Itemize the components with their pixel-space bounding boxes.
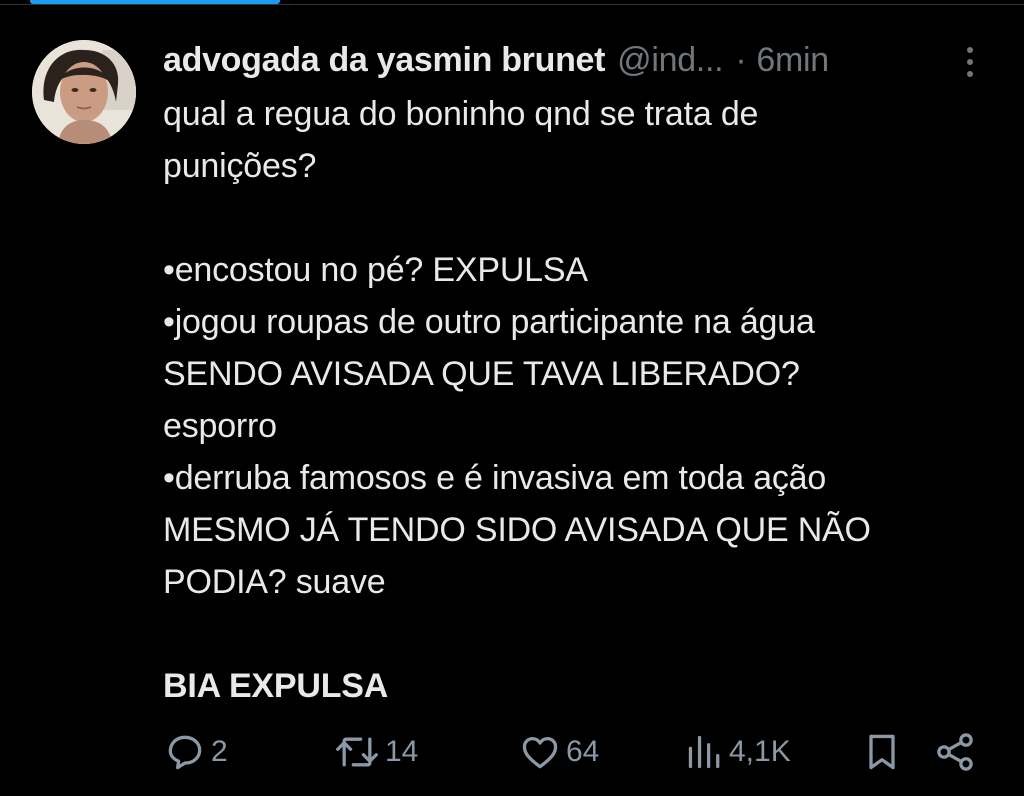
tweet-text-blank-line	[163, 192, 1003, 244]
repost-icon	[336, 737, 378, 767]
tweet-text-line: esporro	[163, 407, 277, 445]
share-button[interactable]	[933, 722, 977, 782]
views-count: 4,1K	[729, 735, 791, 768]
tweet-text-line: PODIA? suave	[163, 563, 386, 601]
timestamp[interactable]: 6min	[756, 41, 829, 80]
repost-button[interactable]: 14	[333, 722, 418, 782]
more-dot-icon	[967, 71, 973, 77]
like-count: 64	[566, 735, 600, 768]
tweet-text-line: MESMO JÁ TENDO SIDO AVISADA QUE NÃO	[163, 511, 871, 549]
views-icon	[688, 735, 720, 769]
more-dot-icon	[967, 59, 973, 65]
tweet-text-blank-line	[163, 608, 1003, 660]
share-icon	[937, 733, 973, 771]
avatar[interactable]	[32, 40, 136, 144]
avatar-photo	[32, 40, 136, 144]
more-dot-icon	[967, 47, 973, 53]
tweet-text-line: •encostou no pé? EXPULSA	[163, 251, 588, 289]
bookmark-button[interactable]	[860, 722, 904, 782]
tweet-text: qual a regua do boninho qnd se trata de …	[163, 88, 1003, 712]
reply-icon	[168, 735, 202, 770]
more-options-button[interactable]	[955, 42, 985, 82]
tweet-text-line: •jogou roupas de outro participante na á…	[163, 303, 815, 341]
reply-count: 2	[211, 735, 228, 768]
views-button[interactable]: 4,1K	[685, 722, 791, 782]
like-icon	[522, 736, 558, 769]
author-handle[interactable]: @ind...	[617, 41, 723, 80]
tweet-text-line: SENDO AVISADA QUE TAVA LIBERADO?	[163, 355, 800, 393]
tweet-actions-bar: 2 14 64 4,1K	[163, 722, 983, 782]
tweet-text-final-line: BIA EXPULSA	[163, 667, 389, 705]
tweet-text-line: qual a regua do boninho qnd se trata de	[163, 95, 759, 133]
tweet-text-line: punições?	[163, 147, 317, 185]
author-name[interactable]: advogada da yasmin brunet	[163, 41, 605, 80]
reply-button[interactable]: 2	[163, 722, 228, 782]
repost-count: 14	[385, 735, 419, 768]
tweet-header: advogada da yasmin brunet @ind... · 6min	[163, 35, 829, 85]
tweet-text-line: •derruba famosos e é invasiva em toda aç…	[163, 459, 827, 497]
like-button[interactable]: 64	[518, 722, 599, 782]
tweet[interactable]: advogada da yasmin brunet @ind... · 6min…	[0, 0, 1024, 796]
bookmark-icon	[869, 734, 895, 770]
header-separator: ·	[735, 40, 747, 79]
